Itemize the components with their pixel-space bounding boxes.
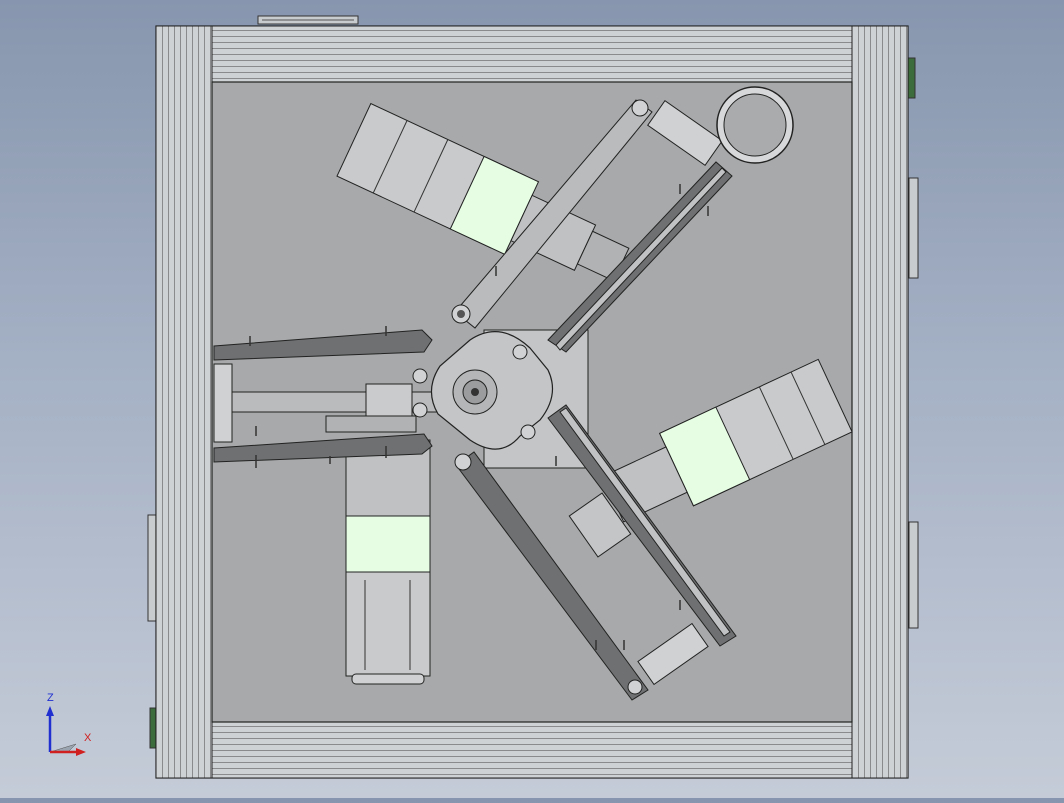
motor-bottom — [345, 439, 431, 685]
x-axis-label: X — [84, 732, 92, 744]
axis-triad[interactable]: Z X — [40, 692, 100, 756]
z-axis-label: Z — [47, 692, 54, 704]
model-view[interactable] — [0, 0, 1064, 798]
axis-triad-graphic — [46, 706, 86, 756]
top-handle — [257, 15, 359, 25]
lens-ring — [716, 86, 794, 164]
cad-viewport[interactable]: Z X — [0, 0, 1064, 798]
